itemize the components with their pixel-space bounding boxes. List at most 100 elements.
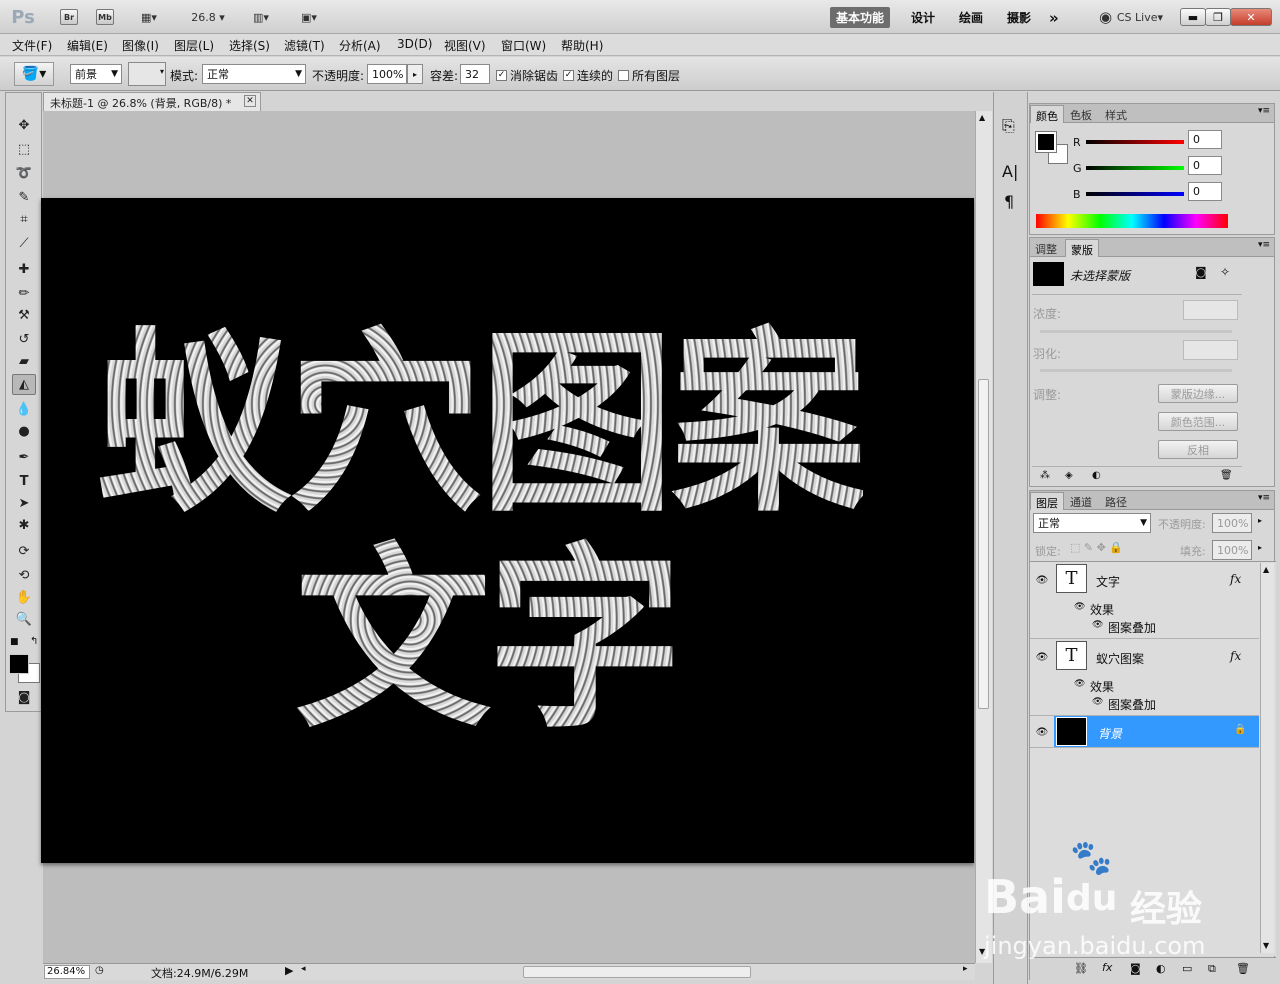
tolerance-input[interactable]: 32 <box>460 64 490 84</box>
arrange-documents-dropdown[interactable]: ▥▾ <box>244 6 278 28</box>
tab-layers[interactable]: 图层 <box>1030 492 1064 510</box>
menu-image[interactable]: 图像(I) <box>122 37 159 54</box>
panel-menu-icon[interactable]: ▾≡ <box>1258 240 1270 250</box>
menu-view[interactable]: 视图(V) <box>444 37 486 54</box>
tab-masks[interactable]: 蒙版 <box>1065 239 1099 257</box>
apply-mask-icon[interactable]: ◈ <box>1065 470 1073 481</box>
layers-scrollbar[interactable]: ▲ ▼ <box>1260 563 1274 953</box>
screen-mode-dropdown[interactable]: ▣▾ <box>292 6 326 28</box>
r-input[interactable]: 0 <box>1188 130 1222 149</box>
default-colors-icon[interactable]: ■ <box>10 637 19 647</box>
menu-select[interactable]: 选择(S) <box>229 37 270 54</box>
zoom-tool[interactable]: 🔍 <box>12 609 36 630</box>
document-tab[interactable]: 未标题-1 @ 26.8% (背景, RGB/8) * ✕ <box>43 92 261 111</box>
visibility-eye-icon[interactable]: 👁 <box>1034 572 1050 588</box>
b-input[interactable]: 0 <box>1188 182 1222 201</box>
tab-paths[interactable]: 路径 <box>1100 492 1132 510</box>
paragraph-icon[interactable]: ¶ <box>1004 192 1014 211</box>
lasso-tool[interactable]: ➰ <box>12 163 36 184</box>
type-tool[interactable]: T <box>12 471 36 492</box>
color-range-button[interactable]: 颜色范围... <box>1158 412 1238 431</box>
close-document-icon[interactable]: ✕ <box>244 95 256 107</box>
scroll-down-icon[interactable]: ▼ <box>1263 941 1269 950</box>
effect-eye-icon[interactable]: 👁 <box>1092 697 1103 707</box>
menu-help[interactable]: 帮助(H) <box>561 37 603 54</box>
density-slider[interactable] <box>1040 330 1232 333</box>
status-info-icon[interactable]: ◷ <box>95 965 104 976</box>
effects-eye-icon[interactable]: 👁 <box>1074 679 1085 689</box>
canvas[interactable]: 蚁穴图案 文字 <box>41 198 974 863</box>
clone-stamp-tool[interactable]: ⚒ <box>12 305 36 326</box>
vertical-scrollbar[interactable]: ▲ ▼ <box>975 111 992 963</box>
view-extras-dropdown[interactable]: ▦▾ <box>132 6 166 28</box>
blend-mode-select[interactable]: 正常 ▼ <box>1033 513 1151 533</box>
layer-row[interactable]: 👁 T 文字 fx 👁 效果 👁 图案叠加 <box>1030 562 1259 639</box>
mask-edge-button[interactable]: 蒙版边缘... <box>1158 384 1238 403</box>
foreground-color-swatch[interactable] <box>9 654 29 674</box>
cs-live-button[interactable]: ◉ CS Live ▾ <box>1092 6 1170 28</box>
effect-eye-icon[interactable]: 👁 <box>1092 620 1103 630</box>
visibility-eye-icon[interactable]: 👁 <box>1034 724 1050 740</box>
quick-mask-button[interactable]: ◙ <box>12 687 36 708</box>
paint-bucket-tool[interactable]: ◭ <box>12 374 36 395</box>
fill-source-select[interactable]: 前景 ▼ <box>70 64 122 84</box>
fx-icon[interactable]: fx <box>1230 649 1241 663</box>
layer-row-selected[interactable]: 👁 背景 🔒 <box>1030 716 1259 748</box>
quick-selection-tool[interactable]: ✎ <box>12 187 36 208</box>
menu-analysis[interactable]: 分析(A) <box>339 37 381 54</box>
effects-eye-icon[interactable]: 👁 <box>1074 602 1085 612</box>
character-icon[interactable]: A| <box>1002 162 1018 181</box>
maximize-button[interactable]: ❐ <box>1205 8 1231 26</box>
contiguous-checkbox[interactable]: ✓ <box>563 70 574 81</box>
g-input[interactable]: 0 <box>1188 156 1222 175</box>
eraser-tool[interactable]: ▰ <box>12 351 36 372</box>
fg-color-swatch[interactable] <box>1035 131 1057 153</box>
visibility-eye-icon[interactable]: 👁 <box>1034 649 1050 665</box>
tab-adjustments[interactable]: 调整 <box>1030 239 1062 257</box>
swap-colors-icon[interactable]: ↰ <box>30 636 38 647</box>
b-slider[interactable] <box>1086 192 1184 196</box>
brush-tool[interactable]: ✏ <box>12 283 36 304</box>
shape-tool[interactable]: ✱ <box>12 515 36 536</box>
pen-tool[interactable]: ✒ <box>12 447 36 468</box>
pattern-picker[interactable]: ▾ <box>128 62 166 86</box>
workspace-essentials[interactable]: 基本功能 <box>830 7 891 28</box>
r-slider[interactable] <box>1086 140 1184 144</box>
lock-icons[interactable]: ⬚ ✎ ✥ 🔒 <box>1070 541 1123 554</box>
hand-tool[interactable]: ✋ <box>12 587 36 608</box>
menu-file[interactable]: 文件(F) <box>12 37 52 54</box>
load-selection-icon[interactable]: ⁂ <box>1040 470 1050 481</box>
zoom-level-dropdown[interactable]: 26.8 ▾ <box>186 6 230 28</box>
disable-mask-icon[interactable]: ◐ <box>1092 470 1101 481</box>
dodge-tool[interactable]: ● <box>12 421 36 442</box>
tab-channels[interactable]: 通道 <box>1065 492 1097 510</box>
scroll-right-icon[interactable]: ▸ <box>963 964 968 974</box>
opacity-slider-button[interactable]: ▸ <box>407 64 423 84</box>
mode-select[interactable]: 正常 ▼ <box>202 64 306 84</box>
color-spectrum-bar[interactable] <box>1036 214 1228 228</box>
menu-filter[interactable]: 滤镜(T) <box>284 37 325 54</box>
workspace-design[interactable]: 设计 <box>905 7 941 28</box>
workspace-painting[interactable]: 绘画 <box>953 7 989 28</box>
all-layers-checkbox[interactable] <box>618 70 629 81</box>
close-button[interactable]: ✕ <box>1230 8 1272 26</box>
fx-icon[interactable]: fx <box>1230 572 1241 586</box>
zoom-field[interactable]: 26.84% <box>44 965 90 979</box>
panel-menu-icon[interactable]: ▾≡ <box>1258 493 1270 503</box>
invert-button[interactable]: 反相 <box>1158 440 1238 459</box>
horizontal-scroll-thumb[interactable] <box>523 966 751 978</box>
path-selection-tool[interactable]: ➤ <box>12 493 36 514</box>
triangle-right-icon[interactable]: ▸ <box>1258 543 1262 552</box>
antialias-checkbox[interactable]: ✓ <box>496 70 507 81</box>
layer-opacity-input[interactable]: 100% <box>1212 513 1252 533</box>
scroll-up-icon[interactable]: ▲ <box>979 113 985 122</box>
scroll-thumb[interactable] <box>978 379 989 709</box>
minimize-button[interactable]: ▬ <box>1180 8 1206 26</box>
tool-preset-picker[interactable]: 🪣▾ <box>14 62 54 86</box>
triangle-right-icon[interactable]: ▸ <box>1258 516 1262 525</box>
feather-slider[interactable] <box>1040 369 1232 372</box>
healing-brush-tool[interactable]: ✚ <box>12 259 36 280</box>
tab-color[interactable]: 颜色 <box>1030 105 1064 123</box>
menu-layer[interactable]: 图层(L) <box>174 37 214 54</box>
tab-swatches[interactable]: 色板 <box>1065 105 1097 123</box>
